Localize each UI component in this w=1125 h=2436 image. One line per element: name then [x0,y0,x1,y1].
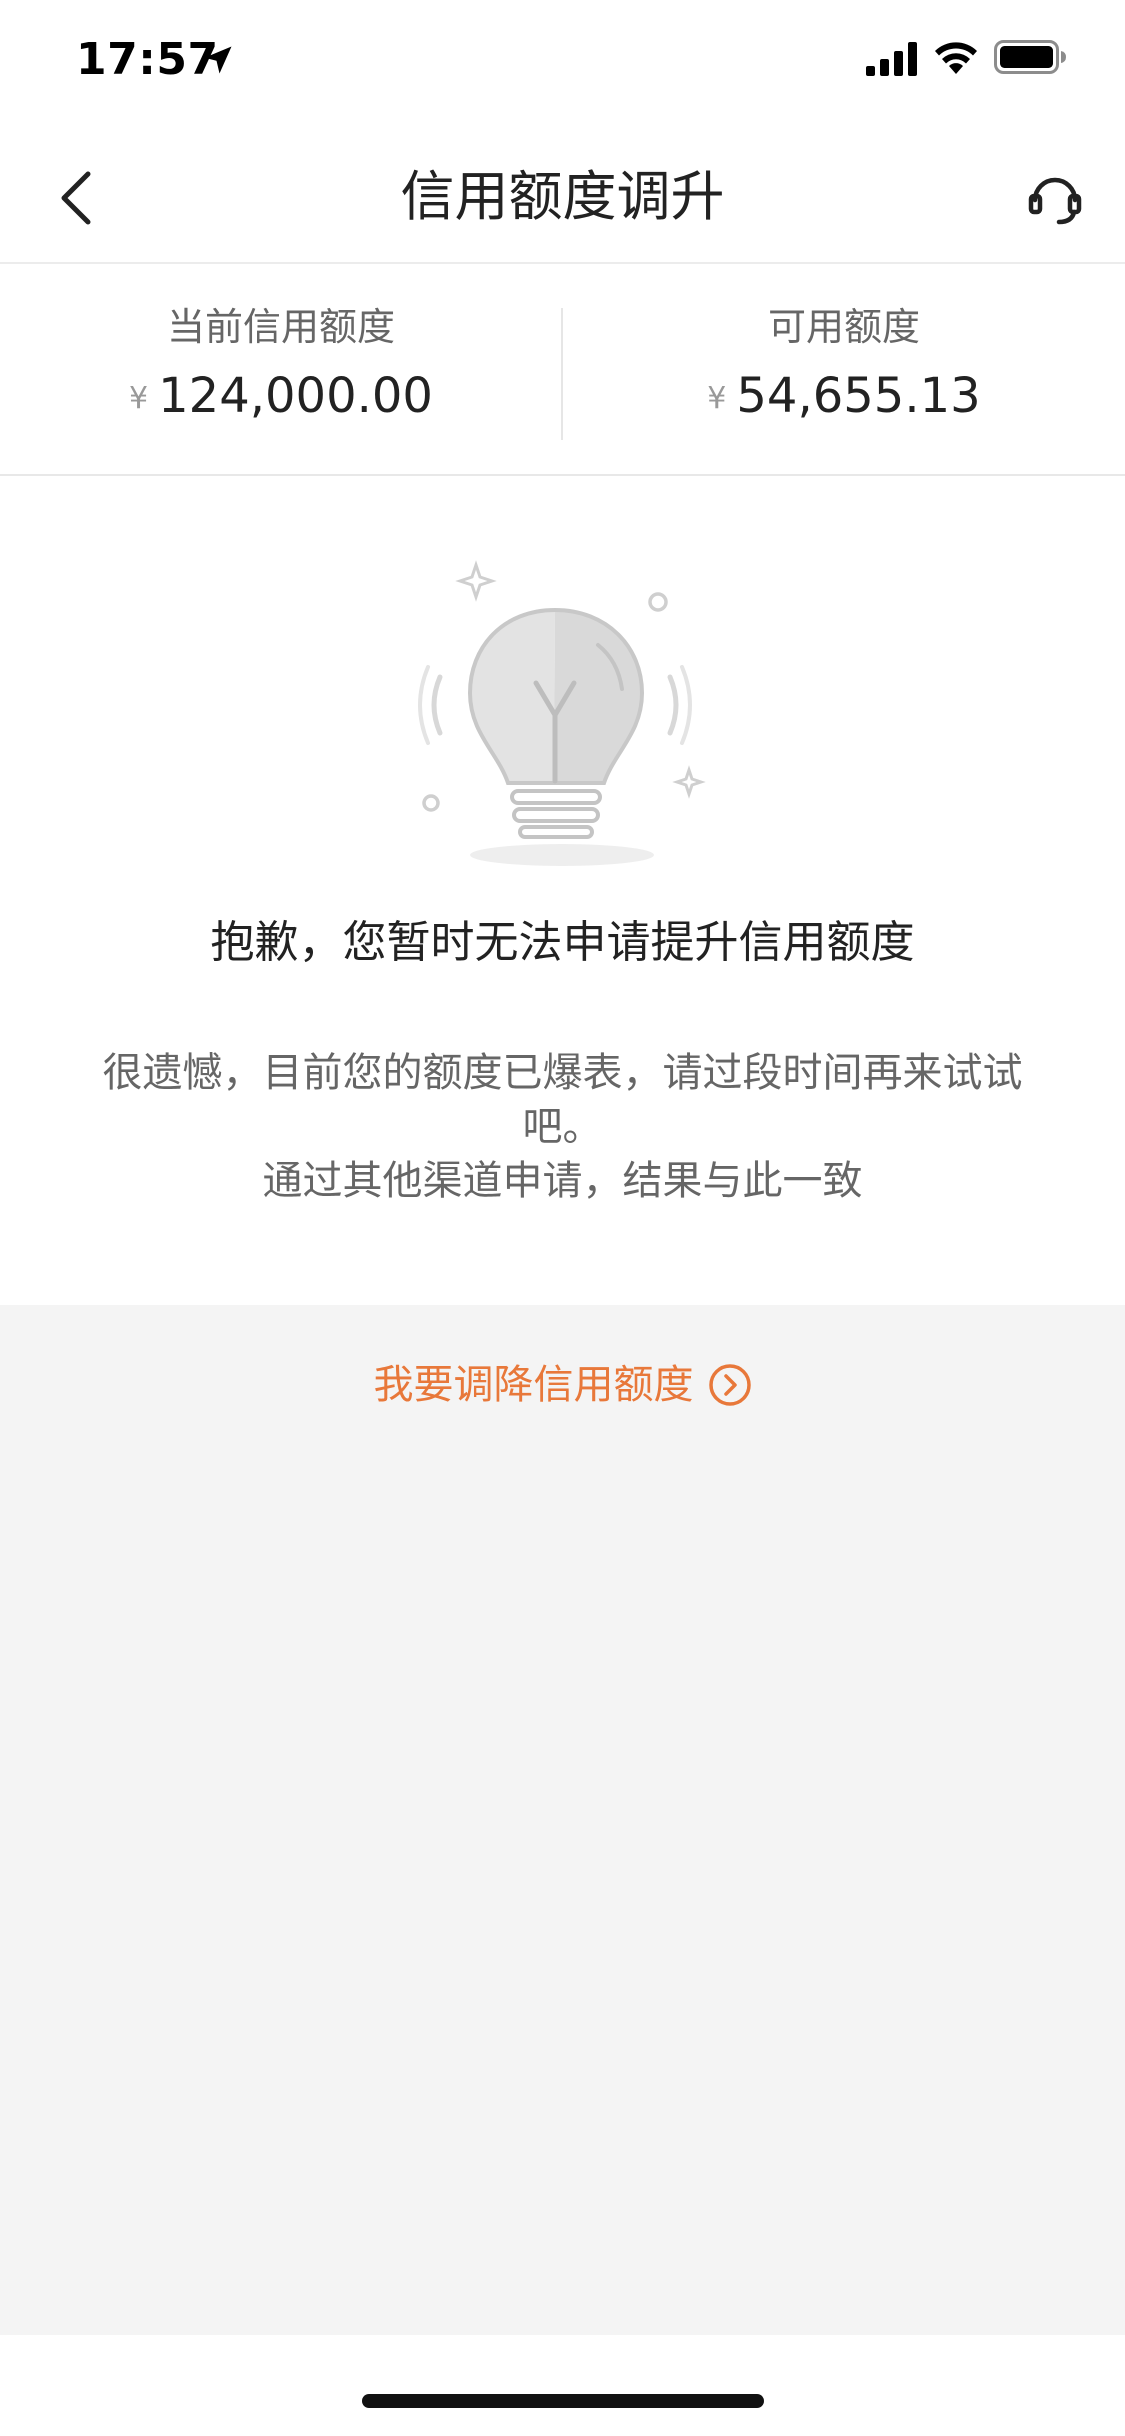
currency-symbol: ¥ [707,381,727,416]
chevron-left-icon [61,171,91,225]
reduce-credit-limit-label: 我要调降信用额度 [373,1362,694,1408]
cellular-signal-icon [866,42,917,76]
lightbulb-icon [418,560,706,866]
battery-icon [994,40,1066,74]
current-credit-amount: 124,000.00 [158,368,433,424]
current-credit-limit: 当前信用额度 ¥124,000.00 [0,266,562,476]
current-credit-amount-row: ¥124,000.00 [0,364,562,431]
circle-chevron-right-icon [708,1364,751,1406]
bottom-safe-area [0,2335,1125,2436]
reduce-credit-limit-link[interactable]: 我要调降信用额度 [0,1350,1125,1420]
notice-description-line: 吧。 [522,1104,603,1150]
page-title: 信用额度调升 [400,165,725,228]
navigation-bar: 信用额度调升 [0,130,1125,264]
available-credit-amount-row: ¥54,655.13 [563,364,1125,431]
currency-symbol: ¥ [129,381,149,416]
lower-section [0,1305,1125,2335]
customer-service-button[interactable] [1015,158,1095,238]
home-indicator[interactable] [362,2394,764,2408]
notice-title: 抱歉，您暂时无法申请提升信用额度 [210,917,915,968]
headset-icon [1028,177,1082,225]
available-credit: 可用额度 ¥54,655.13 [563,266,1125,476]
status-bar: 17:57 [0,0,1125,120]
notice-description-line: 很遗憾，目前您的额度已爆表，请过段时间再来试试 [102,1050,1023,1096]
notice-description-line: 通过其他渠道申请，结果与此一致 [262,1158,863,1204]
back-button[interactable] [36,158,116,238]
status-time: 17:57 [76,34,219,85]
available-credit-amount: 54,655.13 [736,368,981,424]
credit-increase-page: 17:57 信用额度调升 当前信用额度 ¥ 124,000.00 可用额度 ¥ … [0,0,1125,2436]
current-credit-label: 当前信用额度 [166,305,395,349]
credit-summary: 当前信用额度 ¥124,000.00 可用额度 ¥54,655.13 [0,266,1125,476]
wifi-icon [935,42,977,74]
notice-description: 很遗憾，目前您的额度已爆表，请过段时间再来试试 吧。 通过其他渠道申请，结果与此… [70,1046,1055,1208]
available-credit-label: 可用额度 [767,305,920,349]
location-arrow-icon [204,46,232,74]
